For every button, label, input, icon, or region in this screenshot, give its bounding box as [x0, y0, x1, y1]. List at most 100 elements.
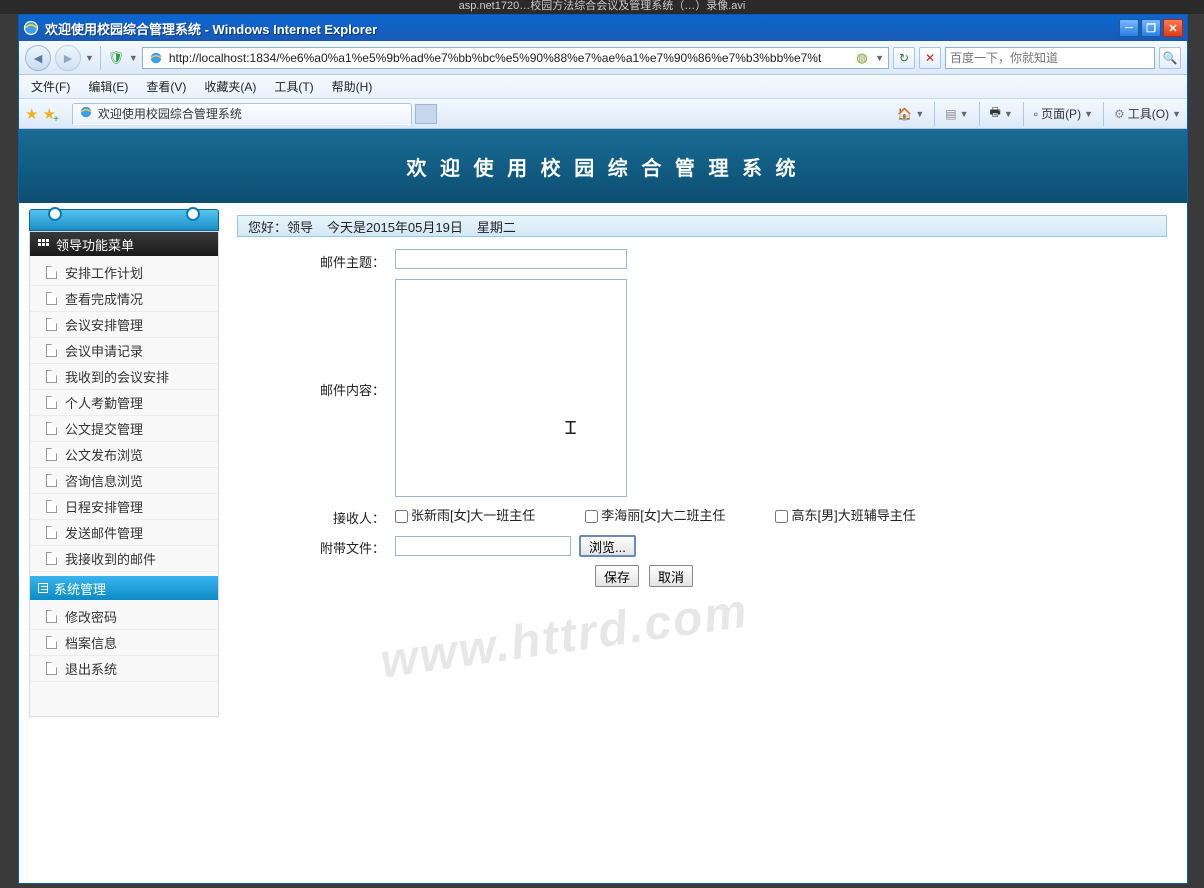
sidebar-item-0[interactable]: 安排工作计划 [30, 260, 218, 286]
tab-title: 欢迎使用校园综合管理系统 [98, 105, 242, 122]
grid-icon [38, 239, 50, 249]
menu-edit[interactable]: 编辑(E) [80, 76, 136, 97]
doc-icon [46, 474, 57, 487]
doc-icon [46, 370, 57, 383]
stop-button[interactable]: ✕ [919, 47, 941, 69]
recipient-checkbox-0[interactable] [395, 510, 408, 523]
menu-bar: 文件(F) 编辑(E) 查看(V) 收藏夹(A) 工具(T) 帮助(H) [19, 75, 1187, 99]
doc-icon [46, 662, 57, 675]
recipient-option-2[interactable]: 高东[男]大班辅导主任 [775, 505, 915, 524]
recipient-option-0[interactable]: 张新雨[女]大一班主任 [395, 505, 535, 524]
sys-item-1[interactable]: 档案信息 [30, 630, 218, 656]
main-content: [发送邮件] 邮件主题： 邮件内容： 接收人： 张新雨[女]大一班主任李海丽[女… [225, 209, 1177, 717]
doc-icon [46, 552, 57, 565]
content-label: 邮件内容： [245, 377, 395, 399]
attach-label: 附带文件： [245, 535, 395, 557]
ie-icon [23, 20, 39, 36]
status-row: 您好：领导 今天是2015年05月19日 星期二 [237, 215, 1167, 237]
save-button[interactable]: 保存 [595, 565, 639, 587]
forward-button[interactable]: ► [55, 45, 81, 71]
sidebar-header-system[interactable]: 系统管理 [30, 576, 218, 600]
greeting-text: 您好：领导 [248, 217, 313, 236]
search-input[interactable] [950, 51, 1150, 65]
subject-label: 邮件主题： [245, 249, 395, 271]
sidebar-header-leader: 领导功能菜单 [30, 232, 218, 256]
favorites-star-icon[interactable]: ★ [25, 105, 38, 123]
menu-view[interactable]: 查看(V) [138, 76, 194, 97]
list-icon [38, 583, 48, 593]
doc-icon [46, 422, 57, 435]
sys-item-0[interactable]: 修改密码 [30, 604, 218, 630]
sidebar-item-7[interactable]: 公文发布浏览 [30, 442, 218, 468]
refresh-button[interactable]: ↻ [893, 47, 915, 69]
add-favorites-icon[interactable]: ★+ [42, 105, 55, 123]
print-button[interactable]: 🖶▼ [990, 103, 1013, 124]
app-banner: 欢 迎 使 用 校 园 综 合 管 理 系 统 [19, 129, 1187, 203]
maximize-button[interactable]: ❐ [1141, 19, 1161, 37]
doc-icon [46, 266, 57, 279]
compat-icon[interactable]: ◍ [853, 49, 871, 67]
shield-icon[interactable]: 🛡 [107, 49, 125, 67]
browse-button[interactable]: 浏览... [579, 535, 636, 557]
recipient-label: 接收人： [245, 505, 395, 527]
subject-input[interactable] [395, 249, 627, 269]
ie-page-icon [147, 49, 165, 67]
slider-knob-right[interactable] [186, 207, 200, 221]
url-input[interactable] [169, 51, 849, 65]
file-path-input[interactable] [395, 536, 571, 556]
window-title: 欢迎使用校园综合管理系统 - Windows Internet Explorer [45, 19, 1119, 38]
tools-menu[interactable]: ⚙工具(O)▼ [1114, 105, 1181, 122]
weekday-text: 星期二 [477, 217, 516, 236]
recipient-checkbox-1[interactable] [585, 510, 598, 523]
sidebar-item-5[interactable]: 个人考勤管理 [30, 390, 218, 416]
sidebar-item-6[interactable]: 公文提交管理 [30, 416, 218, 442]
doc-icon [46, 318, 57, 331]
sidebar-item-9[interactable]: 日程安排管理 [30, 494, 218, 520]
recipient-checkbox-2[interactable] [775, 510, 788, 523]
sidebar-item-3[interactable]: 会议申请记录 [30, 338, 218, 364]
search-button[interactable]: 🔍 [1159, 47, 1181, 69]
home-button[interactable]: 🏠▼ [897, 107, 924, 121]
nav-history-dropdown[interactable]: ▼ [85, 53, 94, 63]
sys-item-2[interactable]: 退出系统 [30, 656, 218, 682]
doc-icon [46, 448, 57, 461]
minimize-button[interactable]: ─ [1119, 19, 1139, 37]
doc-icon [46, 526, 57, 539]
sidebar: 领导功能菜单 安排工作计划查看完成情况会议安排管理会议申请记录我收到的会议安排个… [29, 209, 219, 717]
slider-knob-left[interactable] [48, 207, 62, 221]
sidebar-item-1[interactable]: 查看完成情况 [30, 286, 218, 312]
address-bar-row: ◄ ► ▼ 🛡 ▼ ◍ ▼ ↻ ✕ 🔍 [19, 41, 1187, 75]
sidebar-item-10[interactable]: 发送邮件管理 [30, 520, 218, 546]
page-menu[interactable]: ▫页面(P)▼ [1034, 105, 1093, 122]
menu-tools[interactable]: 工具(T) [266, 76, 321, 97]
doc-icon [46, 344, 57, 357]
close-button[interactable]: ✕ [1163, 19, 1183, 37]
search-box[interactable] [945, 47, 1155, 69]
rss-button[interactable]: ▤▼ [945, 107, 968, 121]
window-titlebar: 欢迎使用校园综合管理系统 - Windows Internet Explorer… [19, 15, 1187, 41]
browser-tab[interactable]: 欢迎使用校园综合管理系统 [72, 103, 412, 125]
sidebar-slider[interactable] [29, 209, 219, 231]
doc-icon [46, 610, 57, 623]
browser-viewport: 欢 迎 使 用 校 园 综 合 管 理 系 统 您好：领导 今天是2015年05… [19, 129, 1187, 883]
sidebar-item-8[interactable]: 咨询信息浏览 [30, 468, 218, 494]
recipient-option-1[interactable]: 李海丽[女]大二班主任 [585, 505, 725, 524]
doc-icon [46, 396, 57, 409]
tab-loading-box [415, 104, 437, 124]
sidebar-item-4[interactable]: 我收到的会议安排 [30, 364, 218, 390]
ie-page-icon [79, 105, 93, 122]
doc-icon [46, 292, 57, 305]
content-textarea[interactable] [395, 279, 627, 497]
sidebar-item-2[interactable]: 会议安排管理 [30, 312, 218, 338]
host-titlebar-hint: asp.net1720…校园方法综合会议及管理系统（…）录像.avi [0, 0, 1204, 14]
sidebar-item-11[interactable]: 我接收到的邮件 [30, 546, 218, 572]
address-bar[interactable]: ◍ ▼ [142, 47, 889, 69]
menu-favorites[interactable]: 收藏夹(A) [196, 76, 264, 97]
back-button[interactable]: ◄ [25, 45, 51, 71]
tab-toolbar: ★ ★+ 欢迎使用校园综合管理系统 🏠▼ ▤▼ 🖶▼ ▫页面(P)▼ ⚙工具(O… [19, 99, 1187, 129]
menu-help[interactable]: 帮助(H) [324, 76, 381, 97]
cancel-button[interactable]: 取消 [649, 565, 693, 587]
menu-file[interactable]: 文件(F) [23, 76, 78, 97]
date-text: 今天是2015年05月19日 [327, 217, 463, 236]
doc-icon [46, 636, 57, 649]
